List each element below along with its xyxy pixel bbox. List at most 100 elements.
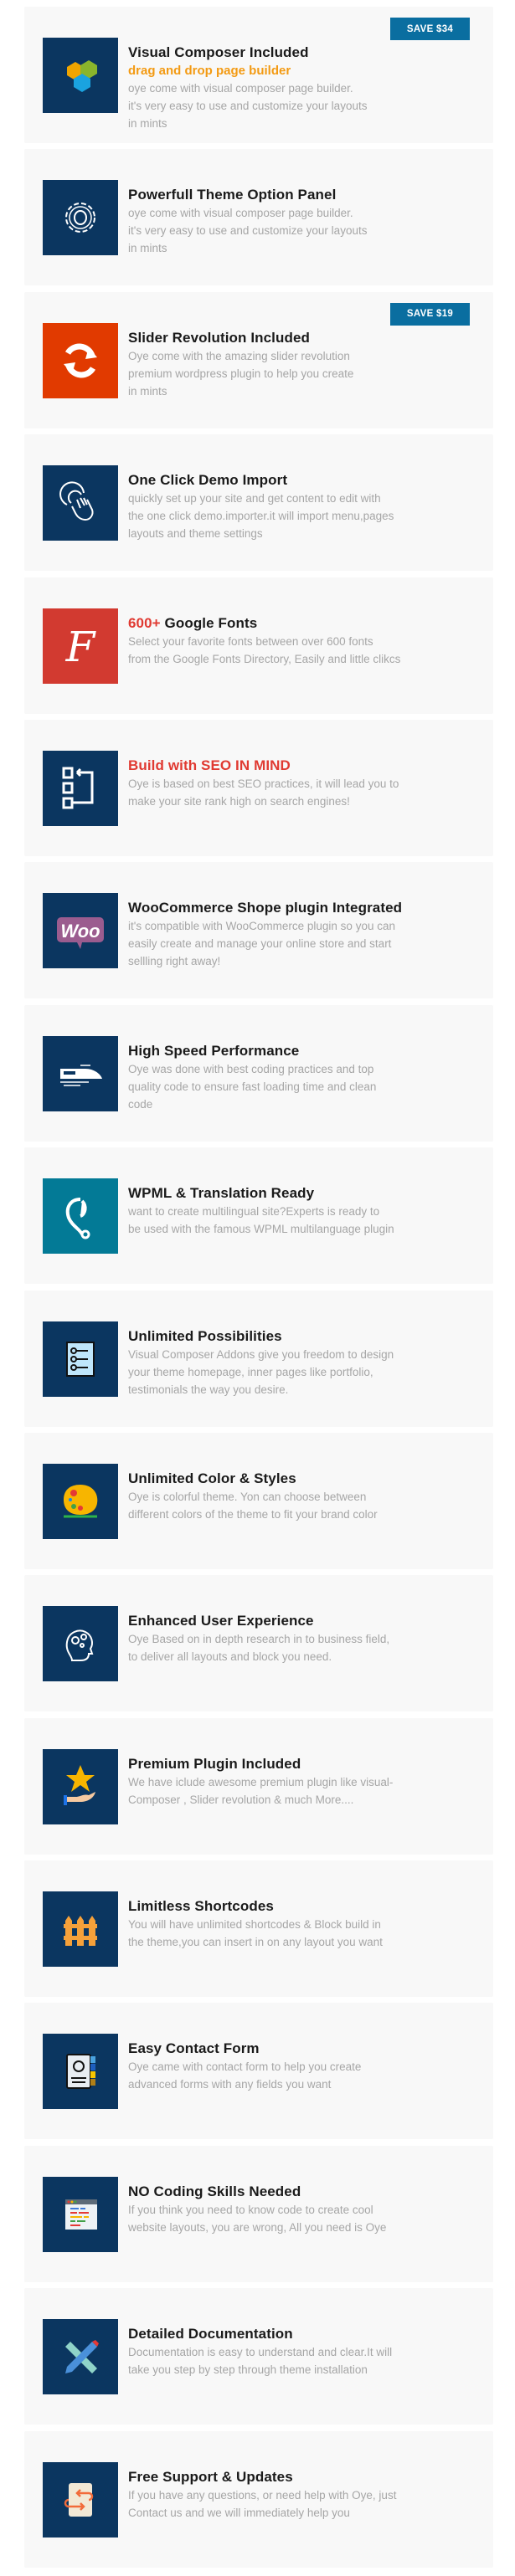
title-text: Limitless Shortcodes [128,1898,274,1915]
feature-title: One Click Demo Import [128,471,490,490]
feature-text: Limitless Shortcodes You will have unlimi… [128,1897,490,1951]
feature-card: Unlimited Possibilities Visual Composer A… [24,1290,493,1427]
sitemap-icon [43,750,118,826]
title-text: One Click Demo Import [128,472,288,489]
title-text: High Speed Performance [128,1042,300,1059]
title-text: Build with SEO IN MIND [128,757,291,773]
title-text: Visual Composer Included [128,44,309,60]
feature-card: Build with SEO IN MIND Oye is based on be… [24,719,493,856]
feature-title: High Speed Performance [128,1042,490,1060]
feature-text: Unlimited Color & Styles Oye is colorful … [128,1470,490,1523]
feature-description: Oye come with the amazing slider revolut… [128,349,354,398]
title-text: Enhanced User Experience [128,1613,314,1629]
feature-text: Powerfull Theme Option Panel oye come wit… [128,186,490,257]
wpml-icon [43,1178,118,1255]
feature-title: Build with SEO IN MIND [128,757,490,775]
save-badge: SAVE $19 [390,302,470,326]
feature-title: WooCommerce Shope plugin Integrated [128,899,490,917]
code-window-icon [43,2176,118,2252]
feature-description: We have iclude awesome premium plugin li… [128,1775,394,1806]
feature-title: Unlimited Color & Styles [128,1470,490,1488]
feature-description: Oye Based on in depth research in to bus… [128,1633,390,1664]
feature-description: oye come with visual composer page build… [128,82,368,130]
feature-description: Select your favorite fonts between over … [128,634,401,665]
feature-title: Premium Plugin Included [128,1755,490,1773]
svg-text:F: F [65,623,97,671]
title-text: Detailed Documentation [128,2326,293,2343]
feature-description: want to create multilingual site?Experts… [128,1205,394,1236]
title-text: Unlimited Possibilities [128,1327,282,1344]
feature-card: Enhanced User Experience Oye Based on in … [24,1575,493,1712]
feature-card: Detailed Documentation Documentation is e… [24,2288,493,2425]
feature-text: High Speed Performance Oye was done with … [128,1042,490,1113]
feature-description: Oye is colorful theme. Yon can choose be… [128,1490,378,1521]
feature-text: Easy Contact Form Oye came with contact f… [128,2040,490,2093]
title-highlight: 600+ [128,614,161,631]
feature-subtitle: drag and drop page builder [128,64,291,78]
svg-text:Woo: Woo [60,921,100,942]
title-text: Powerfull Theme Option Panel [128,187,337,203]
support-doc-icon [43,2461,118,2538]
hand-click-icon [43,465,118,541]
feature-card: Premium Plugin Included We have iclude a… [24,1717,493,1855]
visual-composer-icon [43,38,118,113]
feature-description: Visual Composer Addons give you freedom … [128,1347,394,1396]
gear-icon [43,180,118,256]
feature-list: Visual Composer Included drag and drop pa… [24,7,493,2573]
feature-title: Enhanced User Experience [128,1612,490,1630]
feature-card: Woo WooCommerce Shope plugin Integrated it… [24,862,493,999]
feature-card: One Click Demo Import quickly set up your… [24,434,493,572]
contact-book-icon [43,2034,118,2110]
feature-description: Oye is based on best SEO practices, it w… [128,777,399,808]
woo-icon: Woo [43,893,118,969]
title-text: NO Coding Skills Needed [128,2183,301,2199]
feature-card: High Speed Performance Oye was done with … [24,1004,493,1142]
feature-card: WPML & Translation Ready want to create m… [24,1147,493,1285]
feature-description: Oye was done with best coding practices … [128,1062,377,1111]
feature-title: Free Support & Updates [128,2468,490,2486]
feature-description: oye come with visual composer page build… [128,207,368,255]
feature-text: Unlimited Possibilities Visual Composer A… [128,1327,490,1398]
title-text: Easy Contact Form [128,2040,260,2057]
feature-text: Detailed Documentation Documentation is e… [128,2325,490,2378]
feature-text: Visual Composer Included drag and drop pa… [128,44,490,132]
palette-icon [43,1463,118,1539]
feature-title: WPML & Translation Ready [128,1184,490,1203]
feature-description: Documentation is easy to understand and … [128,2346,393,2377]
title-text: Unlimited Color & Styles [128,1470,296,1486]
feature-text: Build with SEO IN MIND Oye is based on be… [128,757,490,810]
title-text: WPML & Translation Ready [128,1185,315,1202]
save-badge: SAVE $34 [390,18,470,40]
refresh-icon [43,322,118,398]
feature-title: 600+ Google Fonts [128,614,490,633]
title-text: Slider Revolution Included [128,329,311,346]
feature-text: WPML & Translation Ready want to create m… [128,1184,490,1238]
title-text: Free Support & Updates [128,2468,293,2485]
feature-text: One Click Demo Import quickly set up your… [128,471,490,542]
list-icon [43,1321,118,1397]
feature-text: Free Support & Updates If you have any qu… [128,2468,490,2522]
feature-card: Powerfull Theme Option Panel oye come wit… [24,149,493,286]
feature-title: NO Coding Skills Needed [128,2183,490,2201]
feature-card: Easy Contact Form Oye came with contact f… [24,2003,493,2140]
feature-title: Powerfull Theme Option Panel [128,186,490,204]
feature-title: Slider Revolution Included [128,329,490,347]
feature-text: NO Coding Skills Needed If you think you … [128,2183,490,2236]
feature-card: Slider Revolution Included Oye come with … [24,291,493,428]
feature-card: NO Coding Skills Needed If you think you … [24,2145,493,2282]
feature-card: Visual Composer Included drag and drop pa… [24,7,493,143]
pencil-ruler-icon [43,2319,118,2395]
feature-description: You will have unlimited shortcodes & Blo… [128,1918,383,1949]
head-gears-icon [43,1606,118,1682]
title-text: Google Fonts [160,614,258,631]
feature-description: If you think you need to know code to cr… [128,2203,387,2234]
feature-card: F 600+ Google Fonts Select your favorite f… [24,577,493,714]
feature-text: Slider Revolution Included Oye come with … [128,329,490,400]
star-hand-icon [43,1748,118,1824]
feature-title: Limitless Shortcodes [128,1897,490,1916]
feature-description: it's compatible with WooCommerce plugin … [128,920,395,968]
feature-description: quickly set up your site and get content… [128,492,394,541]
train-icon [43,1035,118,1111]
fence-icon [43,1891,118,1968]
feature-title: Unlimited Possibilities [128,1327,490,1346]
